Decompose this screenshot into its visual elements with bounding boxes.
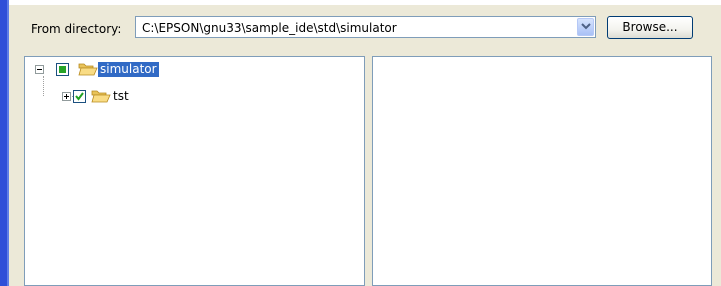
collapse-minus-icon[interactable]: [35, 65, 44, 74]
open-folder-icon: [78, 63, 98, 76]
top-strip: [0, 0, 721, 5]
file-list-pane[interactable]: [372, 56, 712, 286]
tree-node-simulator[interactable]: simulator: [25, 62, 225, 78]
window-left-edge: [0, 0, 7, 286]
expand-plus-icon[interactable]: [62, 92, 71, 101]
tree-node-label-tst[interactable]: tst: [111, 89, 131, 104]
tree-node-tst[interactable]: tst: [25, 89, 225, 105]
browse-button[interactable]: Browse...: [607, 16, 693, 39]
combo-dropdown-button[interactable]: [577, 18, 594, 36]
tree-node-label-simulator[interactable]: simulator: [98, 62, 159, 77]
chevron-down-icon: [581, 23, 591, 30]
tree-checkbox-tst[interactable]: [73, 90, 86, 103]
window-left-edge-inner: [7, 0, 9, 286]
tree-checkbox-simulator[interactable]: [56, 63, 69, 76]
open-folder-icon: [91, 90, 111, 103]
from-directory-label: From directory:: [31, 22, 122, 36]
checkmark-icon: [75, 92, 84, 101]
from-directory-path[interactable]: C:\EPSON\gnu33\sample_ide\std\simulator: [142, 21, 397, 35]
folder-tree-pane[interactable]: simulator tst: [24, 56, 365, 286]
from-directory-combo[interactable]: C:\EPSON\gnu33\sample_ide\std\simulator: [135, 16, 596, 38]
